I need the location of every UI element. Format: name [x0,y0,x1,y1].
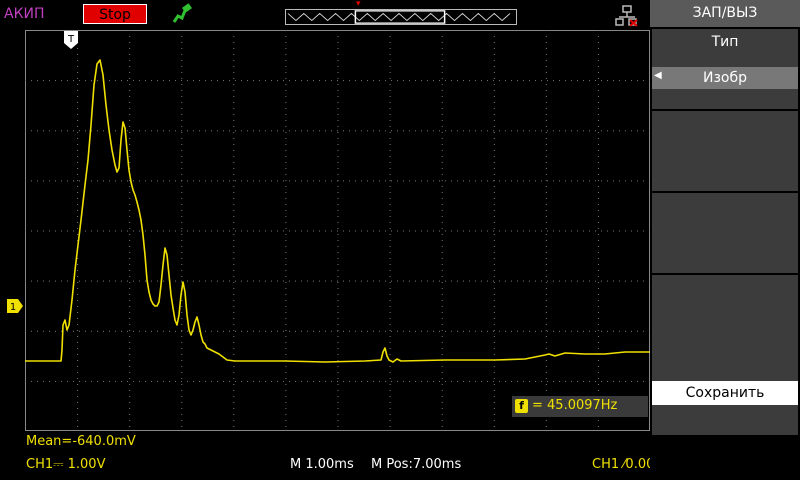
ch1-waveform [25,59,650,363]
frequency-readout: f = 45.0097Hz [512,396,648,417]
menu-item-4[interactable] [652,275,798,355]
left-arrow-icon: ◀ [654,70,662,81]
menu-item-type[interactable]: Тип Изобр ◀ [652,29,798,109]
timebase: M 1.00ms [290,457,354,472]
menu-item-save[interactable]: Сохранить [652,355,798,435]
svg-text:T: T [67,34,75,45]
menu-title: ЗАП/ВЫЗ [650,0,800,27]
menu-item-value: Изобр [652,67,798,89]
save-button[interactable]: Сохранить [652,381,798,405]
trigger-status-icon [172,3,192,23]
menu-item-2[interactable] [652,111,798,191]
frequency-icon: f [515,399,528,413]
trigger-position-marker[interactable]: T [64,31,78,49]
waveform-overview-icon [285,9,517,25]
usb-icon [615,5,638,27]
top-status-bar: АКИП Stop ▾ [0,0,650,30]
side-menu: ЗАП/ВЫЗ Тип Изобр ◀ Сохранить [650,0,800,480]
svg-text:1: 1 [10,302,16,313]
menu-item-label: Тип [711,34,739,50]
overview-trigger-mark: ▾ [356,0,361,9]
mode-label: АКИП [4,6,45,22]
mean-measurement: Mean=-640.0mV [26,434,136,449]
ch1-scale: CH1⎓ 1.00V [26,457,106,472]
frequency-value: = 45.0097Hz [532,398,618,413]
run-stop-status[interactable]: Stop [83,4,147,24]
menu-item-3[interactable] [652,193,798,273]
ch1-ground-marker[interactable]: 1 [7,299,23,313]
horizontal-position: M Pos:7.00ms [371,457,462,472]
